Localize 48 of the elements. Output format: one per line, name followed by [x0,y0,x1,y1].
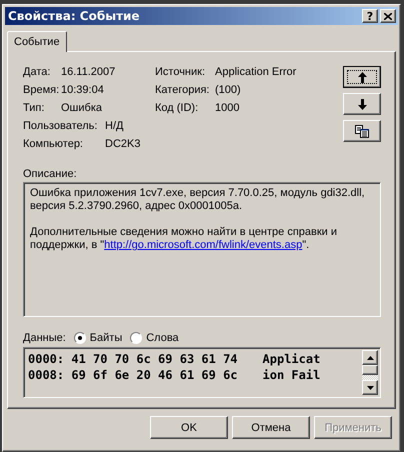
ascii-text: Applicat [262,351,320,367]
description-text: Дополнительные сведения можно найти в центре справки и поддержки, в "http://go.microsoft.com/fwlink/events.asp". [30,226,338,252]
field-value: Н/Д [105,120,124,133]
field-value: 16.11.2007 [61,66,116,79]
copy-button[interactable] [343,120,381,142]
dialog-button[interactable]: OK [150,416,228,439]
scroll-down-button[interactable] [362,380,378,395]
scroll-up-button[interactable] [362,350,378,365]
radio-option[interactable]: Байты [74,332,122,344]
hex-bytes: 0008: 69 6f 6e 20 46 61 69 6c [28,367,238,383]
description-text: Ошибка приложения 1cv7.exe, версия 7.70.0.25, модуль gdi32.dll, версия 5.2.3790.2960, адрес 0x0001005a. [30,187,366,213]
field-label: Пользователь: [23,120,98,133]
field-value: DC2K3 [105,138,142,151]
field-value: Application Error [215,66,298,79]
field-value: 10:39:04 [61,84,105,97]
help-button[interactable]: ? [362,9,378,23]
field-value: Ошибка [61,102,103,115]
scroll-track[interactable] [362,375,378,380]
radio-button[interactable] [74,332,86,344]
field-value: 1000 [215,102,240,115]
arrow-down-button[interactable] [343,93,381,115]
field-label: Компьютер: [23,138,84,151]
radio-button[interactable] [130,332,142,344]
field-label: Тип: [23,102,46,115]
window-title: Свойства: Событие [8,9,141,23]
dialog-button[interactable]: Отмена [232,416,310,439]
field-label: Время: [23,84,60,97]
arrow-up-button[interactable] [343,66,381,88]
field-value: (100) [215,84,242,97]
radio-option[interactable]: Слова [130,332,179,344]
tab[interactable]: Событие [7,31,67,52]
ascii-text: ion Fail [262,367,320,383]
close-icon [384,12,392,20]
scroll-thumb[interactable] [362,365,378,375]
field-label: Дата: [23,66,52,79]
up-arrow-icon [358,72,366,82]
up-caret-icon [366,356,374,360]
hex-bytes: 0000: 41 70 70 6c 69 63 61 74 [28,351,238,367]
help-link[interactable]: http://go.microsoft.com/fwlink/events.asp [104,239,302,251]
description-label: Описание: [23,168,77,180]
down-caret-icon [366,386,374,390]
close-button[interactable] [380,9,396,23]
down-arrow-icon [358,98,366,110]
copy-icon [355,124,369,138]
data-label: Данные: [23,332,66,344]
field-label: Источник: [155,66,206,79]
field-label: Код (ID): [155,102,200,115]
field-label: Категория: [155,84,210,97]
